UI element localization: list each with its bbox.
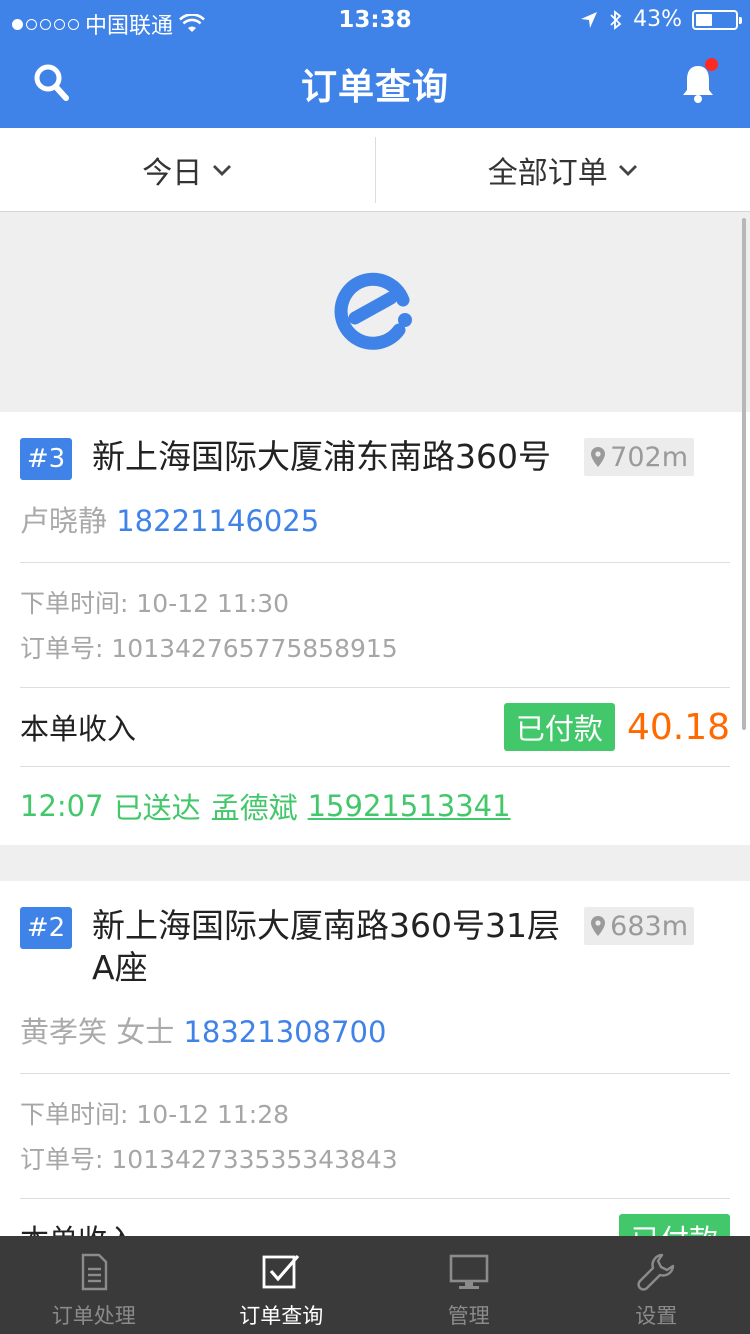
order-address: 新上海国际大厦南路360号31层A座 [92,906,560,987]
payment-status-badge: 已付款 [503,703,615,751]
status-bar: 中国联通 13:38 43% [0,0,750,40]
order-time-row: 下单时间: 10-12 11:28 [20,1092,730,1137]
app-root: 中国联通 13:38 43% 订单查询 今日 全部订单 #3 新上海国际大厦浦东… [0,0,750,1334]
order-type-filter-label: 全部订单 [487,155,608,191]
tab-settings[interactable]: 设置 [563,1236,750,1334]
tab-bar: 订单处理 订单查询 管理 设置 [0,1236,750,1334]
order-number-badge: #3 [20,438,72,480]
monitor-icon [449,1254,489,1289]
income-label: 本单收入 [20,1217,136,1236]
notification-button[interactable] [676,58,720,108]
tab-label: 订单查询 [239,1304,324,1328]
order-card[interactable]: #2 新上海国际大厦南路360号31层A座 683m 黄孝笑 女士 183213… [0,881,750,1236]
order-id-value: 101342765775858915 [111,634,398,663]
order-time-label: 下单时间: [20,589,129,618]
location-arrow-icon [581,11,598,28]
notification-badge [705,58,718,71]
order-meta: 下单时间: 10-12 11:28 订单号: 10134273353534384… [20,1074,730,1198]
order-card-header: #2 新上海国际大厦南路360号31层A座 683m [20,881,730,989]
battery-percent: 43% [633,7,682,32]
distance-tag: 683m [584,907,694,945]
battery-icon [692,9,742,30]
eleme-logo-icon [334,272,412,350]
order-type-filter-dropdown[interactable]: 全部订单 [376,128,750,211]
order-id-row: 订单号: 101342733535343843 [20,1137,730,1182]
order-time-value: 10-12 11:28 [136,1100,290,1129]
distance-value: 683m [610,910,688,942]
income-amount: 40.18 [626,706,730,748]
document-list-icon [81,1253,107,1291]
tab-order-processing[interactable]: 订单处理 [0,1236,188,1334]
tab-label: 订单处理 [51,1304,136,1328]
order-time-row: 下单时间: 10-12 11:30 [20,581,730,626]
order-meta: 下单时间: 10-12 11:30 订单号: 10134276577585891… [20,563,730,687]
pull-refresh-logo-area [0,212,750,412]
location-pin-icon [591,916,606,936]
distance-tag: 702m [584,438,694,476]
courier-phone-link[interactable]: 15921513341 [308,789,511,823]
income-label: 本单收入 [20,712,137,746]
order-id-label: 订单号: [20,1145,104,1174]
order-id-label: 订单号: [20,634,104,663]
date-filter-label: 今日 [142,155,203,191]
order-list[interactable]: #3 新上海国际大厦浦东南路360号 702m 卢晓静 18221146025 … [0,212,750,1236]
order-id-row: 订单号: 101342765775858915 [20,626,730,671]
order-time-value: 10-12 11:30 [136,589,290,618]
date-filter-dropdown[interactable]: 今日 [0,128,375,211]
bluetooth-icon [610,9,622,30]
order-id-value: 101342733535343843 [111,1145,398,1174]
order-address: 新上海国际大厦浦东南路360号 [92,437,551,476]
distance-value: 702m [610,441,688,473]
location-pin-icon [591,447,606,467]
scrollbar[interactable] [742,218,746,730]
customer-phone-link[interactable]: 18321308700 [183,1015,386,1049]
order-card-header: #3 新上海国际大厦浦东南路360号 702m [20,412,730,480]
chevron-down-icon [213,164,232,176]
income-row: 本单收入 已付款 [20,1199,730,1236]
delivery-time: 12:07 [20,789,104,823]
order-number-badge: #2 [20,907,72,949]
customer-name: 黄孝笑 女士 [20,1015,175,1049]
wrench-icon [637,1253,675,1291]
status-right: 43% [579,7,742,32]
order-card[interactable]: #3 新上海国际大厦浦东南路360号 702m 卢晓静 18221146025 … [0,412,750,845]
card-gap [0,845,750,881]
income-right: 已付款 [618,1214,730,1236]
income-right: 已付款 40.18 [503,703,730,751]
courier-name: 孟德斌 [210,791,298,825]
chevron-down-icon [618,164,637,176]
top-bar: 中国联通 13:38 43% 订单查询 [0,0,750,128]
customer-phone-link[interactable]: 18221146025 [116,504,319,538]
delivery-row: 12:07 已送达 孟德斌 15921513341 [20,767,730,845]
tab-order-query[interactable]: 订单查询 [188,1236,376,1334]
page-title: 订单查询 [300,67,449,108]
income-row: 本单收入 已付款 40.18 [20,688,730,766]
customer-name: 卢晓静 [20,504,108,538]
tab-label: 管理 [447,1304,490,1328]
payment-status-badge: 已付款 [618,1214,730,1236]
checkbox-icon [262,1254,300,1289]
filter-bar: 今日 全部订单 [0,128,750,212]
delivery-status: 已送达 [113,791,201,825]
order-time-label: 下单时间: [20,1100,129,1129]
tab-management[interactable]: 管理 [375,1236,563,1334]
customer-contact: 卢晓静 18221146025 [20,478,730,562]
customer-contact: 黄孝笑 女士 18321308700 [20,989,730,1073]
tab-label: 设置 [635,1304,678,1328]
